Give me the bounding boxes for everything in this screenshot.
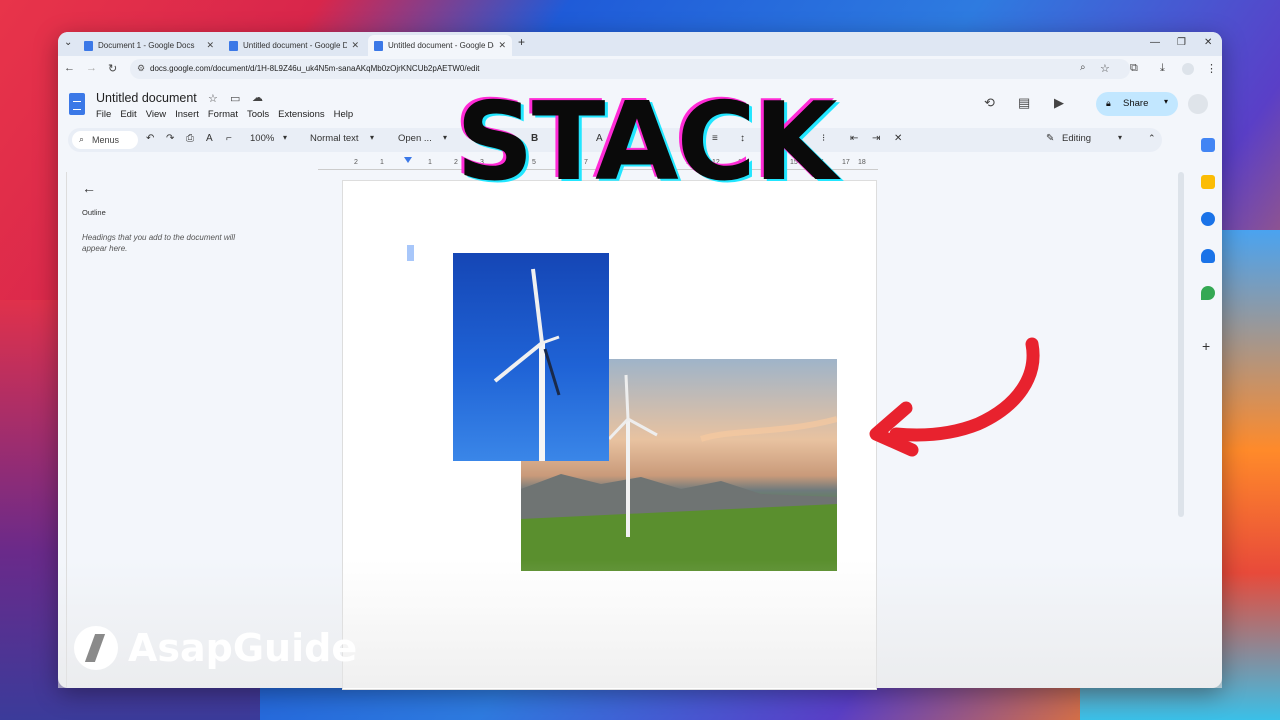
print-icon[interactable]: ⎙ [186,133,194,144]
text-cursor [407,245,414,261]
version-history-icon[interactable]: ⟲ [984,95,995,111]
brand-name: AsapGuide [128,626,358,670]
chevron-down-icon[interactable]: ▾ [1164,97,1168,106]
share-button[interactable]: 🔒︎ Share ▾ [1096,92,1178,116]
spellcheck-icon[interactable]: A [206,133,213,144]
clear-formatting-icon[interactable]: ✕ [894,133,902,144]
menu-format[interactable]: Format [208,109,238,120]
undo-icon[interactable]: ↶ [146,133,154,144]
menu-edit[interactable]: Edit [120,109,136,120]
lock-icon: 🔒︎ [1106,98,1111,108]
menu-view[interactable]: View [146,109,166,120]
docs-logo-icon[interactable] [69,93,85,115]
account-avatar[interactable] [1188,94,1208,114]
document-title[interactable]: Untitled document [96,91,197,105]
menu-insert[interactable]: Insert [175,109,199,120]
red-arrow-icon [869,337,1040,457]
style-select[interactable]: Normal text [310,133,359,144]
back-arrow-icon[interactable]: ← [82,180,96,196]
search-menus-button[interactable]: ⌕ Menus [72,131,138,149]
menu-tools[interactable]: Tools [247,109,269,120]
maps-icon[interactable] [1201,286,1215,300]
menu-help[interactable]: Help [334,109,354,120]
redo-icon[interactable]: ↷ [166,133,174,144]
keep-icon[interactable] [1201,175,1215,189]
menu-bar: File Edit View Insert Format Tools Exten… [96,109,353,120]
mode-chevron-icon[interactable]: ▾ [1118,133,1122,142]
cloud-status-icon: ☁ [252,92,263,104]
outline-label: Outline [82,208,106,217]
calendar-icon[interactable] [1201,138,1215,152]
outline-hint: Headings that you add to the document wi… [82,233,235,253]
font-select[interactable]: Open ... [398,133,432,144]
stack-headline: STACK [456,80,838,205]
decrease-indent-icon[interactable]: ⇤ [850,133,858,144]
vertical-scrollbar[interactable] [1178,172,1184,517]
indent-marker[interactable] [404,157,412,163]
comments-icon[interactable]: ▤ [1018,95,1030,111]
contacts-icon[interactable] [1201,249,1215,263]
pencil-icon: ✎ [1046,133,1055,144]
search-icon: ⌕ [79,134,85,144]
wind-turbine-sky-image[interactable] [453,253,609,461]
editing-mode-select[interactable]: Editing [1062,133,1091,144]
zoom-select[interactable]: 100% [250,133,274,144]
add-app-icon[interactable]: + [1202,338,1210,354]
tasks-icon[interactable] [1201,212,1215,226]
font-chevron-icon[interactable]: ▾ [443,133,447,142]
style-chevron-icon[interactable]: ▾ [370,133,374,142]
meet-icon[interactable]: ▶ [1054,95,1064,111]
menu-extensions[interactable]: Extensions [278,109,324,120]
paint-format-icon[interactable]: ⌐ [226,133,232,144]
increase-indent-icon[interactable]: ⇥ [872,133,880,144]
collapse-toolbar-icon[interactable]: ⌃ [1148,133,1156,144]
move-folder-icon[interactable]: ▭ [230,92,240,105]
star-icon[interactable]: ☆ [208,92,218,105]
menu-file[interactable]: File [96,109,111,120]
asapguide-logo: AsapGuide [74,626,357,670]
turbine-drawing [493,268,561,461]
bolt-logo-icon [74,626,118,670]
zoom-chevron-icon[interactable]: ▾ [283,133,287,142]
